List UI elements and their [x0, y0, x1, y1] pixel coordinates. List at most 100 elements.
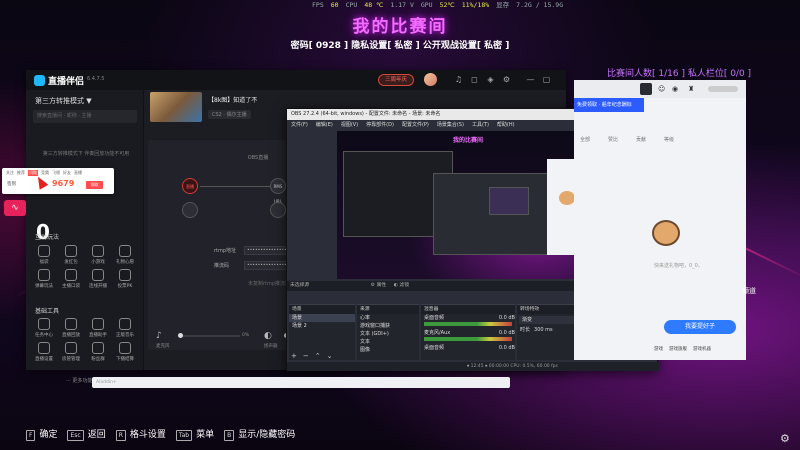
menu-docks[interactable]: 停靠部件(D)	[366, 120, 394, 130]
chat-banner[interactable]: 免费领取 · 船年纪念酬标	[574, 98, 644, 112]
stream-tag: CS2 · 偶尔主播	[208, 110, 251, 119]
source-item[interactable]: 图像	[357, 346, 419, 354]
search-input[interactable]: 搜索直播间 · 昵称 · 主播	[33, 110, 137, 123]
tool-item[interactable]: 投票PK	[113, 269, 137, 289]
hint-label: 显示/隐藏密码	[238, 430, 296, 440]
footer-item[interactable]: 游戏机器	[693, 346, 711, 352]
chat-col[interactable]: 赞比	[608, 136, 618, 143]
promo-pill[interactable]: 三周年庆	[378, 74, 415, 86]
minimize-icon[interactable]: —	[526, 75, 535, 84]
menu-view[interactable]: 视图(V)	[341, 120, 358, 130]
mode-select[interactable]: 第三方转推模式 ▼	[35, 96, 92, 106]
footer-item[interactable]: 游戏	[654, 346, 663, 352]
mic-icon[interactable]: ♪	[156, 331, 162, 341]
mic-slider-knob[interactable]	[178, 333, 183, 338]
mixer-channel: 桌面音频 0.0 dB	[421, 314, 515, 322]
footer-item[interactable]: 游戏旗舰	[669, 346, 687, 352]
promo-toast[interactable]: 关注 推荐 闪购 竞猜 飞镖 好友 直播 签到 9679 领取	[2, 168, 114, 194]
source-item[interactable]: 游戏窗口捕获	[357, 322, 419, 330]
scene-item[interactable]: 场景	[289, 314, 355, 322]
maximize-icon[interactable]: ▢	[542, 75, 551, 84]
mixer-panel: 混音器 桌面音频 0.0 dB 麦克风/Aux 0.0 dB 桌面音频 0.0 dB	[421, 304, 515, 360]
remove-icon[interactable]: −	[303, 352, 309, 360]
chat-col[interactable]: 等级	[664, 136, 674, 143]
chat-col[interactable]: 全部	[580, 136, 590, 143]
home-icon[interactable]	[640, 83, 652, 95]
hint-confirm[interactable]: F 确定	[26, 427, 57, 441]
chat-col[interactable]: 贡献	[636, 136, 646, 143]
filters-button[interactable]: ◐ 滤镜	[394, 283, 409, 288]
toast-tab[interactable]: 直播	[74, 170, 82, 176]
headset-icon[interactable]: ♫	[454, 75, 463, 84]
settings-icon[interactable]: ⚙	[502, 75, 511, 84]
tool-icon	[92, 269, 104, 281]
menu-profile[interactable]: 配置文件(P)	[402, 120, 429, 130]
transition-select[interactable]: 渐变	[519, 316, 581, 324]
gear-icon[interactable]: ⚙	[780, 432, 790, 445]
tool-item[interactable]: 房管管理	[59, 342, 83, 362]
source-item[interactable]: 心率	[357, 314, 419, 322]
tool-item[interactable]: 福袋	[32, 245, 56, 265]
tool-icon	[38, 342, 50, 354]
menu-tools[interactable]: 工具(T)	[472, 120, 489, 130]
toast-tab-selected[interactable]: 闪购	[28, 170, 38, 176]
tool-item[interactable]: 小游戏	[86, 245, 110, 265]
add-icon[interactable]: +	[291, 352, 297, 360]
gpu-temp: 52℃	[439, 1, 455, 9]
connector-line	[200, 186, 270, 187]
props-button[interactable]: ⚙ 属性	[371, 283, 386, 288]
tool-item[interactable]: 直播助手	[86, 318, 110, 338]
side-label: 频道	[742, 287, 756, 295]
source-item[interactable]: 文本	[357, 338, 419, 346]
tool-item[interactable]: 直播设置	[32, 342, 56, 362]
toast-button[interactable]: 领取	[86, 181, 103, 189]
down-icon[interactable]: ⌄	[327, 352, 333, 360]
cpu-temp: 48 ℃	[364, 1, 384, 9]
fps-label: FPS	[312, 1, 324, 9]
tool-item[interactable]: 直播回放	[59, 318, 83, 338]
avatar[interactable]	[424, 73, 437, 86]
preview-title: 我的比赛间	[452, 137, 483, 144]
mixer-channel-name: 麦克风/Aux	[424, 330, 451, 336]
bottom-input[interactable]: Aladdin+	[92, 377, 510, 388]
tool-item[interactable]: 粉丝群	[86, 342, 110, 362]
mic-slider[interactable]	[178, 335, 240, 337]
more-tools-link[interactable]: ··· 更多功能	[66, 377, 92, 384]
source-item[interactable]: 文本 (GDI+)	[357, 330, 419, 338]
hint-menu[interactable]: Tab 菜单	[175, 427, 214, 441]
hint-back[interactable]: Esc 返回	[67, 427, 106, 441]
chat-action-button[interactable]: 我要提好子	[664, 320, 736, 334]
scene-item[interactable]: 场景 2	[289, 322, 355, 330]
tool-item[interactable]: 礼物心愿	[113, 245, 137, 265]
basic-tools: 任务中心 直播回放 直播助手 正版音乐 直播设置 房管管理 粉丝群 下播结算	[32, 318, 140, 362]
tool-item[interactable]: 弹幕玩法	[32, 269, 56, 289]
gift-icon[interactable]: ◈	[486, 75, 495, 84]
menu-edit[interactable]: 编辑(E)	[316, 120, 333, 130]
menu-scene-collection[interactable]: 场景集合(S)	[437, 120, 464, 130]
user-icon[interactable]: ☺	[658, 85, 665, 93]
trophy-icon[interactable]: ♜	[688, 85, 694, 93]
key-badge: R	[115, 430, 126, 441]
menu-help[interactable]: 帮助(H)	[497, 120, 515, 130]
toast-tab[interactable]: 关注	[6, 170, 14, 176]
obs-preview[interactable]: 我的比赛间	[337, 131, 599, 279]
menu-file[interactable]: 文件(F)	[291, 120, 308, 130]
duration-field[interactable]: 300 ms	[534, 326, 553, 334]
tool-item[interactable]: 下播结算	[113, 342, 137, 362]
hint-fight-settings[interactable]: R 格斗设置	[115, 427, 166, 441]
chat-icon[interactable]: ◻	[470, 75, 479, 84]
game-icon[interactable]: ◉	[672, 85, 678, 93]
hint-toggle-password[interactable]: B 显示/隐藏密码	[224, 427, 295, 441]
chat-empty-text: 快来送礼物吧，0_0。	[654, 263, 703, 269]
mixer-channel-name: 桌面音频	[424, 345, 445, 351]
tool-item[interactable]: 发红包	[59, 245, 83, 265]
toast-tab[interactable]: 飞镖	[52, 170, 60, 176]
tool-item[interactable]: 正版音乐	[113, 318, 137, 338]
toast-tab[interactable]: 好友	[63, 170, 71, 176]
toast-tab[interactable]: 推荐	[17, 170, 25, 176]
tool-item[interactable]: 任务中心	[32, 318, 56, 338]
up-icon[interactable]: ⌃	[315, 352, 321, 360]
speaker-icon[interactable]: ◐	[264, 331, 272, 341]
tool-item[interactable]: 主播口袋	[59, 269, 83, 289]
tool-item[interactable]: 连线开播	[86, 269, 110, 289]
